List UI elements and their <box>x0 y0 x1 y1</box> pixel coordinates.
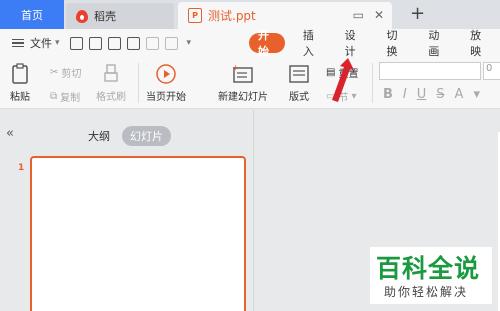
customize-chevron-icon[interactable]: ▾ <box>187 38 192 48</box>
ppt-file-icon: P <box>188 8 202 23</box>
layout-label: 版式 <box>289 92 309 103</box>
red-arrow-annotation <box>332 58 354 102</box>
tab-document-label: 测试.ppt <box>208 9 256 23</box>
font-family-select[interactable] <box>379 62 481 80</box>
new-tab-plus-icon[interactable]: + <box>410 3 425 24</box>
format-painter-button[interactable]: 格式刷 <box>96 63 126 103</box>
hamburger-menu-icon[interactable] <box>12 38 24 48</box>
copy-button[interactable]: ⧉ 复制 <box>50 89 80 104</box>
quick-access-toolbar: ▾ <box>69 36 192 50</box>
slides-panel: « 大纲 幻灯片 1 <box>0 110 254 311</box>
paste-button[interactable]: 粘贴 <box>10 63 30 103</box>
menu-tab-slideshow[interactable]: 放映 <box>458 29 500 58</box>
ribbon-divider <box>138 63 139 103</box>
watermark-title: 百科全说 <box>376 254 481 283</box>
menu-tab-transition[interactable]: 切换 <box>374 29 416 58</box>
play-icon <box>156 64 176 84</box>
brush-icon <box>104 64 118 82</box>
play-from-current-label: 当页开始 <box>146 92 186 103</box>
ribbon-divider <box>372 63 373 103</box>
file-menu[interactable]: 文件 <box>30 35 52 51</box>
strikethrough-icon[interactable]: S <box>436 87 444 102</box>
watermark: 百科全说 助你轻松解决 <box>370 247 492 304</box>
bold-icon[interactable]: B <box>383 87 393 102</box>
tab-document[interactable]: P 测试.ppt ▭ ✕ <box>178 2 392 29</box>
cut-button[interactable]: ✂ 剪切 <box>50 65 81 80</box>
play-from-current-button[interactable]: 当页开始 <box>146 63 186 103</box>
slide-thumbnail[interactable] <box>30 156 246 311</box>
svg-text:+: + <box>232 63 239 72</box>
italic-icon[interactable]: I <box>403 87 407 102</box>
menu-tab-animation[interactable]: 动画 <box>416 29 458 58</box>
paste-icon <box>12 63 28 84</box>
menu-tab-start[interactable]: 开始 <box>249 29 285 58</box>
docer-logo-icon <box>76 9 88 23</box>
new-slide-label: 新建幻灯片 <box>218 92 268 103</box>
print-icon[interactable] <box>107 36 121 50</box>
window-restore-icon[interactable]: ▭ <box>353 8 364 22</box>
tab-home[interactable]: 首页 <box>0 0 64 29</box>
layout-button[interactable]: 版式 <box>288 63 310 103</box>
font-size-input[interactable]: 0 <box>483 62 500 80</box>
print-preview-icon[interactable] <box>126 36 140 50</box>
chevron-down-icon[interactable]: ▾ <box>55 38 60 48</box>
tab-home-label: 首页 <box>21 8 43 22</box>
underline-icon[interactable]: U <box>417 87 427 102</box>
copy-icon: ⧉ <box>50 91 58 102</box>
text-format-group: B I U S A ▾ <box>383 87 480 102</box>
format-painter-label: 格式刷 <box>96 92 126 103</box>
ribbon: 粘贴 ✂ 剪切 ⧉ 复制 格式刷 当页开始 + 新建幻灯片 版式 ▤ 重置 ▭ … <box>0 57 500 109</box>
cut-label: 剪切 <box>61 69 82 80</box>
new-slide-icon: + <box>232 63 253 83</box>
copy-label: 复制 <box>60 93 81 104</box>
scissors-icon: ✂ <box>50 67 59 78</box>
menu-tab-insert[interactable]: 插入 <box>291 29 333 58</box>
menu-tab-design[interactable]: 设计 <box>333 29 375 58</box>
redo-icon[interactable] <box>164 36 178 50</box>
collapse-panel-icon[interactable]: « <box>6 126 14 141</box>
slide-number: 1 <box>18 163 25 173</box>
menu-tabs: 开始 插入 设计 切换 动画 放映 <box>249 29 500 58</box>
save-icon[interactable] <box>69 36 83 50</box>
font-color-icon[interactable]: A <box>455 87 464 102</box>
close-tab-icon[interactable]: ✕ <box>374 8 384 22</box>
tab-docer[interactable]: 稻壳 <box>66 3 174 29</box>
paste-label: 粘贴 <box>10 92 30 103</box>
menu-bar: 文件 ▾ ▾ 开始 插入 设计 切换 动画 放映 <box>0 29 500 58</box>
tab-slides[interactable]: 幻灯片 <box>122 126 171 146</box>
watermark-subtitle: 助你轻松解决 <box>384 285 469 299</box>
new-slide-button[interactable]: + 新建幻灯片 <box>218 63 268 103</box>
title-bar: 首页 稻壳 P 测试.ppt ▭ ✕ + <box>0 0 500 29</box>
undo-icon[interactable] <box>145 36 159 50</box>
chevron-down-icon[interactable]: ▾ <box>473 87 480 102</box>
export-pdf-icon[interactable] <box>88 36 102 50</box>
tab-docer-label: 稻壳 <box>94 10 116 23</box>
layout-icon <box>289 65 309 83</box>
tab-outline[interactable]: 大纲 <box>88 128 110 144</box>
